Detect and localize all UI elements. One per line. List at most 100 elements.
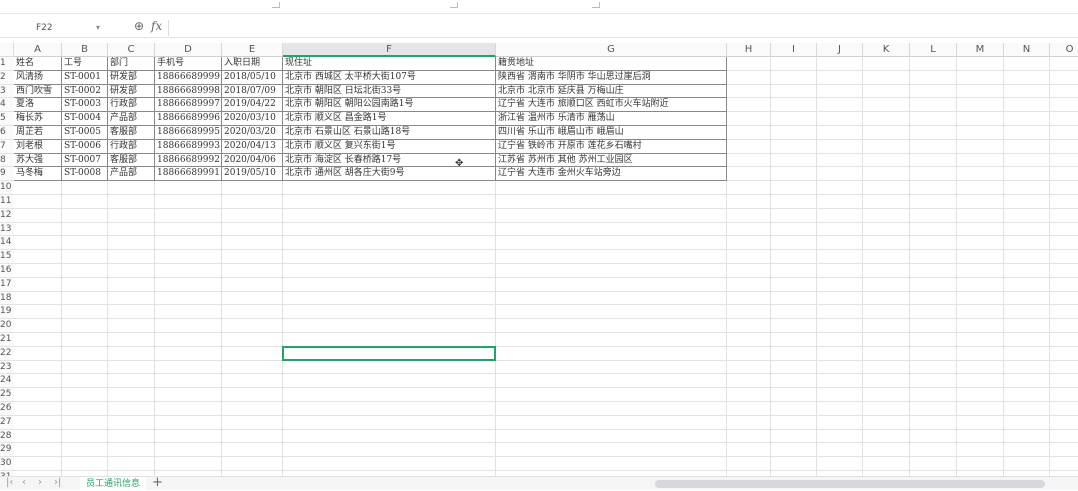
cell[interactable] (283, 250, 496, 264)
cell[interactable] (957, 84, 1004, 99)
cell[interactable] (14, 264, 62, 278)
cell[interactable] (1004, 305, 1050, 320)
cell[interactable] (910, 70, 957, 85)
cell[interactable] (817, 346, 863, 361)
cell[interactable] (910, 126, 957, 140)
cell[interactable] (910, 457, 957, 471)
cell[interactable] (1004, 181, 1050, 195)
cell[interactable] (283, 415, 496, 430)
cell[interactable] (771, 402, 817, 416)
cell[interactable] (283, 208, 496, 223)
data-cell[interactable]: ST-0002 (62, 84, 108, 99)
cell[interactable] (1050, 209, 1078, 223)
cell[interactable] (863, 236, 910, 251)
cell[interactable] (155, 305, 222, 320)
cell[interactable] (957, 139, 1004, 154)
data-cell[interactable]: 产品部 (108, 112, 155, 126)
cell[interactable] (957, 70, 1004, 85)
data-cell[interactable]: 18866689991 (155, 167, 222, 182)
cell[interactable] (863, 319, 910, 333)
cell[interactable] (108, 236, 155, 251)
cell[interactable] (108, 250, 155, 264)
data-cell[interactable]: 18866689998 (155, 84, 222, 99)
cell[interactable] (863, 264, 910, 278)
column-header-e[interactable]: E (222, 43, 283, 57)
data-cell[interactable]: 北京市 石景山区 石景山路18号 (283, 126, 496, 140)
cell[interactable] (108, 291, 155, 306)
cell[interactable] (817, 222, 863, 237)
cell[interactable] (957, 388, 1004, 402)
cell[interactable] (155, 388, 222, 402)
cell[interactable] (62, 236, 108, 251)
data-cell[interactable]: ST-0001 (62, 70, 108, 85)
cell[interactable] (727, 360, 771, 375)
cell[interactable] (14, 457, 62, 471)
cell[interactable] (863, 126, 910, 140)
cell[interactable] (1004, 402, 1050, 416)
cell[interactable] (863, 181, 910, 195)
column-header-b[interactable]: B (62, 43, 108, 57)
column-header-m[interactable]: M (957, 43, 1004, 57)
cell[interactable] (155, 319, 222, 333)
cell[interactable] (1050, 443, 1078, 458)
cell[interactable] (108, 429, 155, 444)
row-header[interactable]: 21 (0, 333, 14, 347)
cell[interactable] (863, 374, 910, 389)
cell[interactable] (62, 457, 108, 471)
cell[interactable] (863, 167, 910, 182)
cell[interactable] (283, 195, 496, 209)
cell[interactable] (14, 388, 62, 402)
cell[interactable] (957, 374, 1004, 389)
cell[interactable] (771, 139, 817, 154)
data-cell[interactable]: 18866689996 (155, 112, 222, 126)
cell[interactable] (727, 153, 771, 168)
cell[interactable] (283, 374, 496, 389)
cell[interactable] (771, 374, 817, 389)
cell[interactable] (496, 250, 727, 264)
cell[interactable] (222, 429, 283, 444)
dialog-launcher-icon[interactable] (272, 2, 280, 8)
cell[interactable] (727, 264, 771, 278)
cell[interactable] (62, 277, 108, 292)
cell[interactable] (222, 305, 283, 320)
cell[interactable] (957, 264, 1004, 278)
cell[interactable] (771, 98, 817, 113)
cell[interactable] (155, 429, 222, 444)
cell[interactable] (817, 264, 863, 278)
cell[interactable] (62, 222, 108, 237)
cell[interactable] (817, 153, 863, 168)
cell[interactable] (910, 181, 957, 195)
cell[interactable] (155, 333, 222, 347)
cell[interactable] (62, 402, 108, 416)
cell[interactable] (155, 236, 222, 251)
cell[interactable] (727, 388, 771, 402)
cell[interactable] (14, 415, 62, 430)
cell[interactable] (771, 360, 817, 375)
data-cell[interactable]: ST-0003 (62, 98, 108, 113)
data-cell[interactable]: 北京市 顺义区 复兴东街1号 (283, 139, 496, 154)
cell[interactable] (727, 346, 771, 361)
column-header-k[interactable]: K (863, 43, 910, 57)
cell[interactable] (108, 374, 155, 389)
row-header[interactable]: 20 (0, 319, 14, 333)
cell[interactable] (957, 222, 1004, 237)
cell[interactable] (222, 415, 283, 430)
cell[interactable] (14, 333, 62, 347)
cell[interactable] (222, 457, 283, 471)
data-cell[interactable]: 北京市 西城区 太平桥大街107号 (283, 70, 496, 85)
data-cell[interactable]: 18866689992 (155, 153, 222, 168)
cell[interactable] (863, 429, 910, 444)
cell[interactable] (155, 277, 222, 292)
cell[interactable] (62, 346, 108, 361)
cell[interactable] (957, 277, 1004, 292)
cell[interactable] (863, 346, 910, 361)
cell[interactable] (727, 319, 771, 333)
row-header[interactable]: 3 (0, 84, 14, 99)
column-header-g[interactable]: G (496, 43, 727, 57)
column-header-c[interactable]: C (108, 43, 155, 57)
cell[interactable] (496, 429, 727, 444)
cell[interactable] (62, 360, 108, 375)
cell[interactable] (1004, 457, 1050, 471)
cell[interactable] (957, 457, 1004, 471)
cell[interactable] (283, 333, 496, 347)
